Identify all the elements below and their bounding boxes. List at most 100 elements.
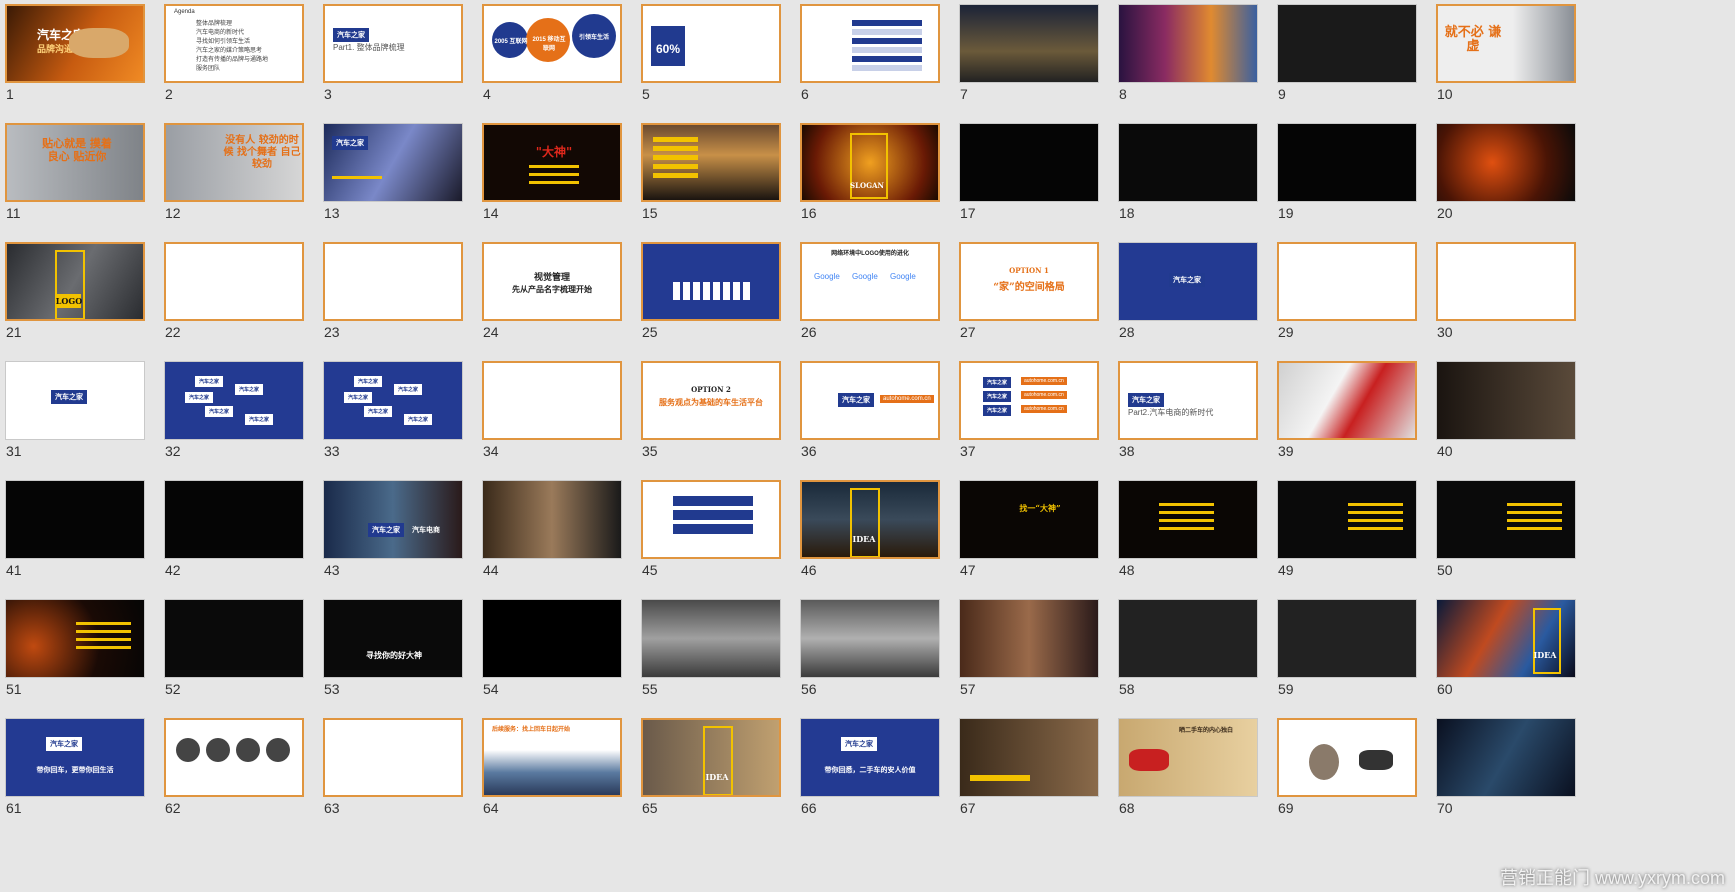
slide-thumbnail-67[interactable]: 67 (954, 714, 1099, 823)
slide-preview[interactable]: IDEA (1436, 599, 1576, 678)
slide-thumbnail-13[interactable]: 汽车之家 13 (318, 119, 463, 228)
slide-preview[interactable] (641, 242, 781, 321)
slide-thumbnail-65[interactable]: IDEA 65 (636, 714, 781, 823)
slide-preview[interactable] (5, 599, 145, 678)
slide-thumbnail-17[interactable]: 17 (954, 119, 1099, 228)
slide-thumbnail-57[interactable]: 57 (954, 595, 1099, 704)
slide-preview[interactable] (323, 718, 463, 797)
slide-thumbnail-27[interactable]: OPTION 1 “家”的空间格局 27 (954, 238, 1099, 347)
slide-thumbnail-28[interactable]: 汽车之家 28 (1113, 238, 1258, 347)
slide-preview[interactable] (1277, 480, 1417, 559)
slide-thumbnail-11[interactable]: 贴心就是 摸着良心 贴近你 11 (0, 119, 145, 228)
slide-preview[interactable]: 汽车之家 汽车之家 汽车之家 汽车之家 汽车之家 (164, 361, 304, 440)
slide-thumbnail-15[interactable]: 15 (636, 119, 781, 228)
slide-thumbnail-1[interactable]: 汽车之家 品牌沟通方案 1 (0, 0, 145, 109)
slide-thumbnail-36[interactable]: 汽车之家 autohome.com.cn 36 (795, 357, 940, 466)
slide-thumbnail-33[interactable]: 汽车之家 汽车之家 汽车之家 汽车之家 汽车之家 33 (318, 357, 463, 466)
slide-preview[interactable] (323, 242, 463, 321)
slide-thumbnail-51[interactable]: 51 (0, 595, 145, 704)
slide-preview[interactable] (800, 4, 940, 83)
slide-thumbnail-2[interactable]: Agenda 整体品牌梳理 汽车电商的新时代 寻找如何引领车生活 汽车之家的媒介策略思考… (159, 0, 304, 109)
slide-preview[interactable] (5, 480, 145, 559)
slide-preview[interactable] (1436, 361, 1576, 440)
slide-thumbnail-45[interactable]: 45 (636, 476, 781, 585)
slide-thumbnail-46[interactable]: IDEA 46 (795, 476, 940, 585)
slide-preview[interactable] (800, 599, 940, 678)
slide-thumbnail-41[interactable]: 41 (0, 476, 145, 585)
slide-preview[interactable]: OPTION 2 服务观点为基础的车生活平台 (641, 361, 781, 440)
slide-preview[interactable]: 就不必 谦虚 (1436, 4, 1576, 83)
slide-thumbnail-3[interactable]: 汽车之家 Part1. 整体品牌梳理 3 (318, 0, 463, 109)
slide-preview[interactable]: 汽车之家 带你回车，更带你回生活 (5, 718, 145, 797)
slide-thumbnail-22[interactable]: 22 (159, 238, 304, 347)
slide-thumbnail-37[interactable]: 汽车之家 autohome.com.cn 汽车之家 autohome.com.cn 汽车… (954, 357, 1099, 466)
slide-preview[interactable]: 汽车之家 (323, 123, 463, 202)
slide-thumbnail-64[interactable]: 后续服务：找上回车日起开始 64 (477, 714, 622, 823)
slide-thumbnail-48[interactable]: 48 (1113, 476, 1258, 585)
slide-thumbnail-43[interactable]: 汽车之家 汽车电商 43 (318, 476, 463, 585)
slide-preview[interactable] (959, 123, 1099, 202)
slide-thumbnail-4[interactable]: 2005 互联网 2015 移动互联网 引领车生活 4 (477, 0, 622, 109)
slide-thumbnail-69[interactable]: 69 (1272, 714, 1417, 823)
slide-preview[interactable]: 60% (641, 4, 781, 83)
slide-thumbnail-26[interactable]: 网络环境中LOGO使用的进化 Google Google Google 26 (795, 238, 940, 347)
slide-preview[interactable] (164, 480, 304, 559)
slide-thumbnail-66[interactable]: 汽车之家 带你回悉，二手车的安人价值 66 (795, 714, 940, 823)
slide-thumbnail-68[interactable]: 晒二手车的内心独白 68 (1113, 714, 1258, 823)
slide-preview[interactable]: 汽车之家 汽车之家 汽车之家 汽车之家 汽车之家 (323, 361, 463, 440)
slide-thumbnail-56[interactable]: 56 (795, 595, 940, 704)
slide-preview[interactable] (1277, 599, 1417, 678)
slide-thumbnail-29[interactable]: 29 (1272, 238, 1417, 347)
slide-preview[interactable] (1436, 242, 1576, 321)
slide-thumbnail-55[interactable]: 55 (636, 595, 781, 704)
slide-preview[interactable] (1277, 361, 1417, 440)
slide-preview[interactable]: 找一“大神” (959, 480, 1099, 559)
slide-preview[interactable]: 汽车之家 Part2.汽车电商的新时代 (1118, 361, 1258, 440)
slide-preview[interactable]: 汽车之家 Part1. 整体品牌梳理 (323, 4, 463, 83)
slide-thumbnail-63[interactable]: 63 (318, 714, 463, 823)
slide-preview[interactable]: 网络环境中LOGO使用的进化 Google Google Google (800, 242, 940, 321)
slide-preview[interactable]: 视觉管理 先从产品名字梳理开始 (482, 242, 622, 321)
slide-thumbnail-40[interactable]: 40 (1431, 357, 1576, 466)
slide-preview[interactable]: 后续服务：找上回车日起开始 (482, 718, 622, 797)
slide-preview[interactable] (1118, 4, 1258, 83)
slide-preview[interactable] (482, 480, 622, 559)
slide-thumbnail-9[interactable]: 9 (1272, 0, 1417, 109)
slide-preview[interactable] (959, 599, 1099, 678)
slide-thumbnail-12[interactable]: 没有人 较劲的时候 找个舞者 自己较劲 12 (159, 119, 304, 228)
slide-thumbnail-60[interactable]: IDEA 60 (1431, 595, 1576, 704)
slide-preview[interactable]: 晒二手车的内心独白 (1118, 718, 1258, 797)
slide-preview[interactable] (959, 4, 1099, 83)
slide-thumbnail-32[interactable]: 汽车之家 汽车之家 汽车之家 汽车之家 汽车之家 32 (159, 357, 304, 466)
slide-preview[interactable]: "大神" (482, 123, 622, 202)
slide-preview[interactable]: OPTION 1 “家”的空间格局 (959, 242, 1099, 321)
slide-preview[interactable] (959, 718, 1099, 797)
slide-thumbnail-50[interactable]: 50 (1431, 476, 1576, 585)
slide-preview[interactable] (641, 123, 781, 202)
slide-preview[interactable] (1436, 123, 1576, 202)
slide-preview[interactable]: 汽车之家 带你回悉，二手车的安人价值 (800, 718, 940, 797)
slide-thumbnail-42[interactable]: 42 (159, 476, 304, 585)
slide-preview[interactable]: LOGO (5, 242, 145, 321)
slide-thumbnail-39[interactable]: 39 (1272, 357, 1417, 466)
slide-preview[interactable] (482, 361, 622, 440)
slide-thumbnail-61[interactable]: 汽车之家 带你回车，更带你回生活 61 (0, 714, 145, 823)
slide-preview[interactable]: SLOGAN (800, 123, 940, 202)
slide-preview[interactable]: 汽车之家 (5, 361, 145, 440)
slide-preview[interactable]: 2005 互联网 2015 移动互联网 引领车生活 (482, 4, 622, 83)
slide-thumbnail-5[interactable]: 60% 5 (636, 0, 781, 109)
slide-preview[interactable]: 没有人 较劲的时候 找个舞者 自己较劲 (164, 123, 304, 202)
slide-preview[interactable]: IDEA (800, 480, 940, 559)
slide-thumbnail-10[interactable]: 就不必 谦虚 10 (1431, 0, 1576, 109)
slide-preview[interactable]: IDEA (641, 718, 781, 797)
slide-preview[interactable] (1277, 4, 1417, 83)
slide-thumbnail-25[interactable]: 25 (636, 238, 781, 347)
slide-thumbnail-47[interactable]: 找一“大神” 47 (954, 476, 1099, 585)
slide-thumbnail-6[interactable]: 6 (795, 0, 940, 109)
slide-preview[interactable] (482, 599, 622, 678)
slide-preview[interactable] (1118, 480, 1258, 559)
slide-thumbnail-18[interactable]: 18 (1113, 119, 1258, 228)
slide-preview[interactable] (164, 599, 304, 678)
slide-preview[interactable]: 贴心就是 摸着良心 贴近你 (5, 123, 145, 202)
slide-preview[interactable]: Agenda 整体品牌梳理 汽车电商的新时代 寻找如何引领车生活 汽车之家的媒介策略思考… (164, 4, 304, 83)
